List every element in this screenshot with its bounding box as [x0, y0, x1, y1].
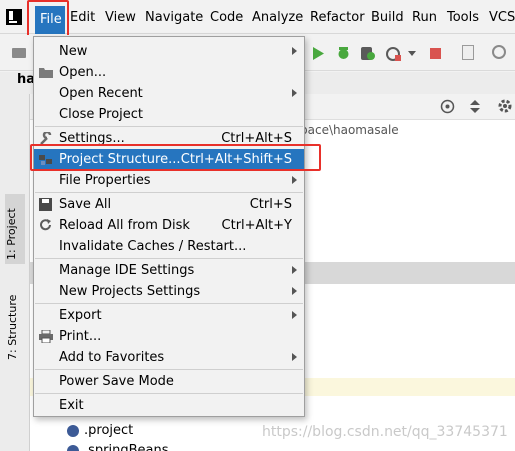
menu-view[interactable]: View: [105, 8, 136, 28]
menu-item-export-label: Export: [59, 308, 102, 323]
menu-item-reload-all-label: Reload All from Disk: [59, 218, 190, 233]
submenu-arrow-icon: [292, 176, 297, 184]
intellij-logo-icon: [6, 9, 22, 25]
save-icon: [39, 198, 52, 211]
menu-code[interactable]: Code: [210, 8, 243, 28]
printer-icon: [39, 330, 53, 343]
settings-gear-icon[interactable]: [497, 98, 513, 114]
menu-item-new-projects-settings-label: New Projects Settings: [59, 284, 201, 299]
run-icon[interactable]: [312, 47, 324, 60]
left-tool-strip: 1: Project 7: Structure: [0, 94, 30, 451]
menu-item-open[interactable]: Open...: [34, 62, 304, 83]
project-path-text: pace\haomasale: [300, 123, 399, 137]
project-structure-highlight-box: [30, 144, 321, 171]
folder-icon: [39, 68, 53, 78]
menu-item-save-all-label: Save All: [59, 197, 112, 212]
save-all-shortcut: Ctrl+S: [249, 197, 292, 212]
menu-separator: [35, 369, 303, 370]
menu-item-power-save-mode-label: Power Save Mode: [59, 374, 174, 389]
menu-build[interactable]: Build: [371, 8, 404, 28]
coverage-icon[interactable]: [360, 46, 375, 61]
menu-item-open-recent-label: Open Recent: [59, 86, 143, 101]
submenu-arrow-icon: [292, 311, 297, 319]
menu-item-new-label: New: [59, 44, 88, 59]
menu-item-file-properties[interactable]: File Properties: [34, 170, 304, 191]
reload-all-shortcut: Ctrl+Alt+Y: [221, 218, 292, 233]
menu-item-save-all[interactable]: Save All Ctrl+S: [34, 194, 304, 215]
menu-item-manage-ide-settings-label: Manage IDE Settings: [59, 263, 195, 278]
menu-item-print[interactable]: Print...: [34, 326, 304, 347]
search-everywhere-icon[interactable]: [492, 45, 506, 59]
submenu-arrow-icon: [292, 47, 297, 55]
menu-run[interactable]: Run: [412, 8, 437, 28]
menu-item-reload-all[interactable]: Reload All from Disk Ctrl+Alt+Y: [34, 215, 304, 236]
menu-item-exit[interactable]: Exit: [34, 395, 304, 416]
debug-icon[interactable]: [336, 46, 351, 61]
build-icon[interactable]: [462, 45, 474, 60]
menu-item-new[interactable]: New: [34, 41, 304, 62]
collapse-all-icon[interactable]: [468, 99, 482, 114]
menu-separator: [35, 393, 303, 394]
submenu-arrow-icon: [292, 266, 297, 274]
file-menu-dropdown: New Open... Open Recent Close Project Se…: [33, 36, 305, 417]
menu-item-invalidate-caches[interactable]: Invalidate Caches / Restart...: [34, 236, 304, 257]
submenu-arrow-icon: [292, 353, 297, 361]
submenu-arrow-icon: [292, 287, 297, 295]
submenu-arrow-icon: [292, 89, 297, 97]
structure-tool-tab[interactable]: 7: Structure: [6, 282, 19, 360]
stop-icon[interactable]: [430, 48, 441, 59]
menu-separator: [35, 303, 303, 304]
menu-refactor[interactable]: Refactor: [310, 8, 365, 28]
locate-icon[interactable]: [440, 99, 455, 114]
menu-item-open-label: Open...: [59, 65, 107, 80]
menu-analyze[interactable]: Analyze: [252, 8, 303, 28]
menu-tools[interactable]: Tools: [447, 8, 479, 28]
run-dropdown-icon[interactable]: [408, 51, 416, 57]
menu-item-exit-label: Exit: [59, 398, 84, 413]
menu-separator: [35, 126, 303, 127]
tree-item-springbeans[interactable]: .springBeans: [84, 443, 169, 451]
menu-separator: [35, 258, 303, 259]
menu-bar: File Edit View Navigate Code Analyze Ref…: [0, 0, 515, 34]
tree-item-project[interactable]: .project: [84, 423, 133, 438]
profile-icon[interactable]: [386, 46, 402, 62]
project-file-icon: [67, 425, 79, 437]
menu-item-open-recent[interactable]: Open Recent: [34, 83, 304, 104]
refresh-icon: [40, 219, 51, 231]
menu-navigate[interactable]: Navigate: [145, 8, 203, 28]
project-tool-tab[interactable]: 1: Project: [5, 194, 25, 264]
spring-file-icon: [67, 445, 79, 451]
menu-item-close-project-label: Close Project: [59, 107, 144, 122]
menu-item-invalidate-caches-label: Invalidate Caches / Restart...: [59, 239, 247, 254]
menu-item-add-to-favorites[interactable]: Add to Favorites: [34, 347, 304, 368]
menu-item-add-to-favorites-label: Add to Favorites: [59, 350, 165, 365]
menu-item-file-properties-label: File Properties: [59, 173, 151, 188]
open-folder-icon[interactable]: [12, 48, 26, 58]
file-menu-highlight-box: [27, 0, 69, 38]
menu-item-print-label: Print...: [59, 329, 102, 344]
menu-item-manage-ide-settings[interactable]: Manage IDE Settings: [34, 260, 304, 281]
menu-item-close-project[interactable]: Close Project: [34, 104, 304, 125]
menu-separator: [35, 192, 303, 193]
menu-item-new-projects-settings[interactable]: New Projects Settings: [34, 281, 304, 302]
menu-vcs[interactable]: VCS: [489, 8, 515, 28]
menu-item-power-save-mode[interactable]: Power Save Mode: [34, 371, 304, 392]
menu-edit[interactable]: Edit: [70, 8, 95, 28]
menu-item-export[interactable]: Export: [34, 305, 304, 326]
watermark-text: https://blog.csdn.net/qq_33745371: [262, 424, 508, 440]
